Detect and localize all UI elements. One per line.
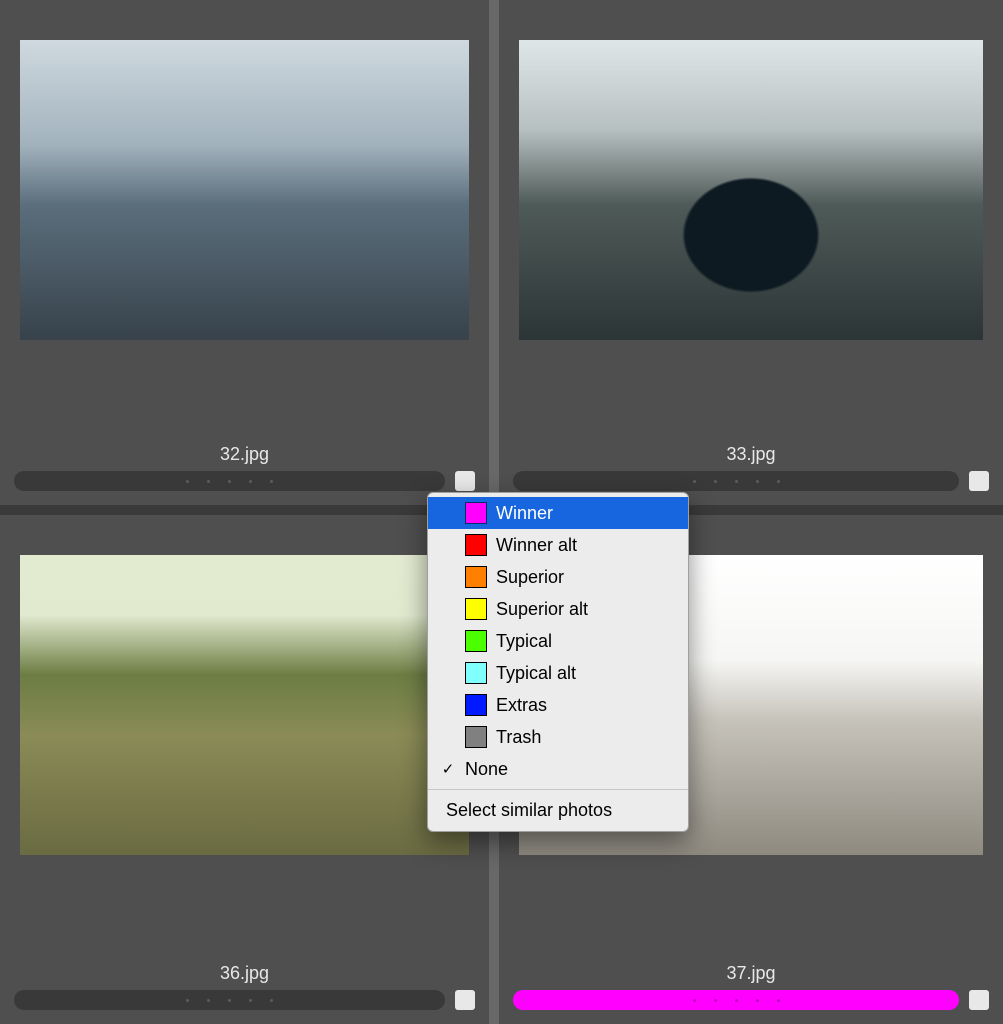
menu-item-select-similar[interactable]: Select similar photos	[428, 794, 688, 827]
color-swatch-red	[465, 534, 487, 556]
rating-bar[interactable]	[14, 471, 445, 491]
color-tag-swatch[interactable]	[969, 471, 989, 491]
thumbnail-cell[interactable]: 33.jpg	[499, 0, 1003, 505]
filename-label: 33.jpg	[513, 444, 989, 465]
color-swatch-orange	[465, 566, 487, 588]
menu-item-label: Winner	[496, 503, 553, 524]
color-tag-swatch[interactable]	[455, 471, 475, 491]
thumbnail-cell[interactable]: 32.jpg	[0, 0, 489, 505]
color-swatch-cyan	[465, 662, 487, 684]
filename-label: 36.jpg	[14, 963, 475, 984]
menu-item-label: Extras	[496, 695, 547, 716]
menu-item-label: Typical alt	[496, 663, 576, 684]
menu-item-label: Select similar photos	[446, 800, 612, 820]
menu-item-trash[interactable]: Trash	[428, 721, 688, 753]
menu-item-typical-alt[interactable]: Typical alt	[428, 657, 688, 689]
menu-item-winner-alt[interactable]: Winner alt	[428, 529, 688, 561]
menu-item-label: Trash	[496, 727, 541, 748]
menu-item-superior-alt[interactable]: Superior alt	[428, 593, 688, 625]
menu-item-superior[interactable]: Superior	[428, 561, 688, 593]
rating-bar[interactable]	[513, 990, 959, 1010]
filename-label: 37.jpg	[513, 963, 989, 984]
menu-item-label: Typical	[496, 631, 552, 652]
color-swatch-blue	[465, 694, 487, 716]
color-swatch-yellow	[465, 598, 487, 620]
color-tag-menu: Winner Winner alt Superior Superior alt Typi…	[427, 492, 689, 832]
color-swatch-magenta	[465, 502, 487, 524]
thumbnail-image[interactable]	[519, 40, 983, 340]
thumbnail-footer: 32.jpg	[0, 438, 489, 505]
thumbnail-image[interactable]	[20, 555, 469, 855]
color-swatch-green	[465, 630, 487, 652]
menu-item-none[interactable]: ✓ None	[428, 753, 688, 785]
color-tag-swatch[interactable]	[969, 990, 989, 1010]
color-tag-swatch[interactable]	[455, 990, 475, 1010]
menu-item-label: Winner alt	[496, 535, 577, 556]
menu-item-label: Superior alt	[496, 599, 588, 620]
thumbnail-image[interactable]	[20, 40, 469, 340]
thumbnail-footer: 37.jpg	[499, 957, 1003, 1024]
menu-item-extras[interactable]: Extras	[428, 689, 688, 721]
menu-item-label: Superior	[496, 567, 564, 588]
color-swatch-gray	[465, 726, 487, 748]
menu-item-winner[interactable]: Winner	[428, 497, 688, 529]
thumbnail-cell[interactable]: 36.jpg	[0, 515, 489, 1024]
rating-bar[interactable]	[513, 471, 959, 491]
rating-bar[interactable]	[14, 990, 445, 1010]
checkmark-icon: ✓	[440, 760, 456, 778]
thumbnail-footer: 36.jpg	[0, 957, 489, 1024]
menu-item-typical[interactable]: Typical	[428, 625, 688, 657]
filename-label: 32.jpg	[14, 444, 475, 465]
menu-separator	[428, 789, 688, 790]
menu-item-label: None	[465, 759, 508, 780]
